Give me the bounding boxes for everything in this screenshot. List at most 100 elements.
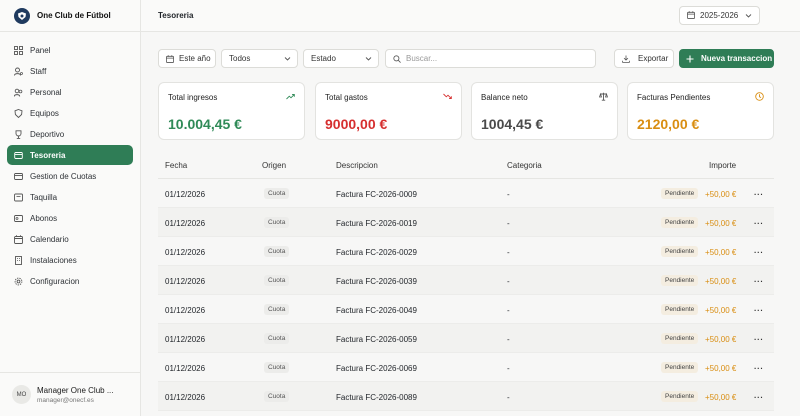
cell-descripcion: Factura FC-2026-0039 — [336, 277, 417, 286]
sidebar-item-label: Panel — [30, 45, 51, 55]
sidebar-item-deportivo[interactable]: Deportivo — [7, 124, 133, 144]
more-actions-icon[interactable]: ··· — [754, 248, 764, 257]
cell-importe: +50,00 € — [705, 190, 737, 199]
page-title: Tesoreria — [158, 11, 194, 20]
sidebar-item-taquilla[interactable]: Taquilla — [7, 187, 133, 207]
type-filter[interactable]: Todos — [221, 49, 298, 68]
card-facturas-pendientes: Facturas Pendientes 2120,00 € — [627, 82, 774, 140]
user-email: manager@onecf.es — [37, 396, 94, 404]
cell-categoria: - — [507, 190, 510, 199]
sidebar-item-configuracion[interactable]: Configuracion — [7, 271, 133, 291]
pass-icon — [13, 213, 23, 223]
sidebar: One Club de Fútbol Panel Staff Personal … — [0, 0, 141, 416]
status-filter[interactable]: Estado — [303, 49, 379, 68]
cell-importe: +50,00 € — [705, 248, 737, 257]
ticket-icon — [13, 192, 23, 202]
more-actions-icon[interactable]: ··· — [754, 306, 764, 315]
user-profile[interactable]: MO Manager One Club ... manager@onecf.es — [0, 372, 141, 416]
avatar: MO — [12, 385, 31, 404]
sidebar-item-label: Equipos — [30, 108, 59, 118]
sidebar-item-label: Personal — [30, 87, 62, 97]
period-filter-label: Este año — [179, 54, 211, 63]
cell-fecha: 01/12/2026 — [165, 393, 206, 402]
card-label: Total gastos — [325, 93, 368, 102]
sidebar-item-label: Configuracion — [30, 276, 80, 286]
more-actions-icon[interactable]: ··· — [754, 335, 764, 344]
cell-importe: +50,00 € — [705, 219, 737, 228]
shield-icon — [13, 108, 23, 118]
table-row[interactable]: 01/12/2026 Cuota Factura FC-2026-0009 - … — [158, 179, 774, 208]
cell-fecha: 01/12/2026 — [165, 219, 206, 228]
cell-descripcion: Factura FC-2026-0029 — [336, 248, 417, 257]
card-total-gastos: Total gastos 9000,00 € — [315, 82, 462, 140]
cell-descripcion: Factura FC-2026-0069 — [336, 364, 417, 373]
origin-badge: Cuota — [264, 188, 290, 199]
new-transaction-button[interactable]: Nueva transaccion — [679, 49, 774, 68]
sidebar-item-abonos[interactable]: Abonos — [7, 208, 133, 228]
column-header-categoria[interactable]: Categoria — [507, 161, 542, 170]
card-label: Total ingresos — [168, 93, 218, 102]
sidebar-item-panel[interactable]: Panel — [7, 40, 133, 60]
more-actions-icon[interactable]: ··· — [754, 364, 764, 373]
sidebar-item-label: Calendario — [30, 234, 69, 244]
table-row[interactable]: 01/12/2026 Cuota Factura FC-2026-0029 - … — [158, 237, 774, 266]
cell-fecha: 01/12/2026 — [165, 190, 206, 199]
sidebar-item-gestion-cuotas[interactable]: Gestion de Cuotas — [7, 166, 133, 186]
search-placeholder: Buscar... — [406, 54, 438, 63]
status-filter-label: Estado — [311, 54, 336, 63]
card-value: 10.004,45 € — [168, 116, 242, 132]
cell-descripcion: Factura FC-2026-0019 — [336, 219, 417, 228]
summary-cards: Total ingresos 10.004,45 € Total gastos … — [158, 82, 774, 140]
origin-badge: Cuota — [264, 304, 290, 315]
table-row[interactable]: 01/12/2026 Cuota Factura FC-2026-0059 - … — [158, 324, 774, 353]
table-row[interactable]: 01/12/2026 Cuota Factura FC-2026-0089 - … — [158, 382, 774, 411]
chevron-down-icon — [365, 55, 372, 64]
brand[interactable]: One Club de Fútbol — [0, 0, 140, 32]
sidebar-item-label: Staff — [30, 66, 47, 76]
more-actions-icon[interactable]: ··· — [754, 277, 764, 286]
sidebar-item-label: Abonos — [30, 213, 58, 223]
export-button[interactable]: Exportar — [614, 49, 674, 68]
sidebar-item-calendario[interactable]: Calendario — [7, 229, 133, 249]
table-row[interactable]: 01/12/2026 Cuota Factura FC-2026-0049 - … — [158, 295, 774, 324]
table-row[interactable]: 01/12/2026 Cuota Factura FC-2026-0069 - … — [158, 353, 774, 382]
sidebar-item-label: Tesoreria — [30, 150, 66, 160]
more-actions-icon[interactable]: ··· — [754, 393, 764, 402]
period-filter[interactable]: Este año — [158, 49, 216, 68]
sidebar-item-equipos[interactable]: Equipos — [7, 103, 133, 123]
cell-fecha: 01/12/2026 — [165, 335, 206, 344]
status-badge: Pendiente — [661, 333, 699, 344]
type-filter-label: Todos — [229, 54, 251, 63]
column-header-importe[interactable]: Importe — [709, 161, 736, 170]
table-row[interactable]: 01/12/2026 Cuota Factura FC-2026-0019 - … — [158, 208, 774, 237]
season-select[interactable]: 2025-2026 — [679, 6, 760, 25]
plus-icon — [686, 55, 694, 63]
column-header-origen[interactable]: Origen — [262, 161, 286, 170]
cell-categoria: - — [507, 277, 510, 286]
sidebar-item-personal[interactable]: Personal — [7, 82, 133, 102]
table-header: Fecha Origen Descripcion Categoria Impor… — [158, 150, 774, 179]
chevron-down-icon — [284, 55, 291, 64]
column-header-descripcion[interactable]: Descripcion — [336, 161, 378, 170]
more-actions-icon[interactable]: ··· — [754, 219, 764, 228]
table-row[interactable]: 01/12/2026 Cuota Factura FC-2026-0039 - … — [158, 266, 774, 295]
cell-fecha: 01/12/2026 — [165, 364, 206, 373]
sidebar-item-instalaciones[interactable]: Instalaciones — [7, 250, 133, 270]
search-input[interactable]: Buscar... — [385, 49, 596, 68]
calendar-icon — [13, 234, 23, 244]
column-header-fecha[interactable]: Fecha — [165, 161, 187, 170]
origin-badge: Cuota — [264, 333, 290, 344]
more-actions-icon[interactable]: ··· — [754, 190, 764, 199]
status-badge: Pendiente — [661, 188, 699, 199]
gear-icon — [13, 276, 23, 286]
sidebar-item-tesoreria[interactable]: Tesoreria — [7, 145, 133, 165]
calendar-icon — [687, 10, 695, 21]
building-icon — [13, 255, 23, 265]
user-cog-icon — [13, 66, 23, 76]
sidebar-item-staff[interactable]: Staff — [7, 61, 133, 81]
cell-categoria: - — [507, 364, 510, 373]
club-logo-icon — [14, 7, 30, 24]
cell-descripcion: Factura FC-2026-0059 — [336, 335, 417, 344]
transactions-table: Fecha Origen Descripcion Categoria Impor… — [158, 150, 774, 411]
card-total-ingresos: Total ingresos 10.004,45 € — [158, 82, 305, 140]
